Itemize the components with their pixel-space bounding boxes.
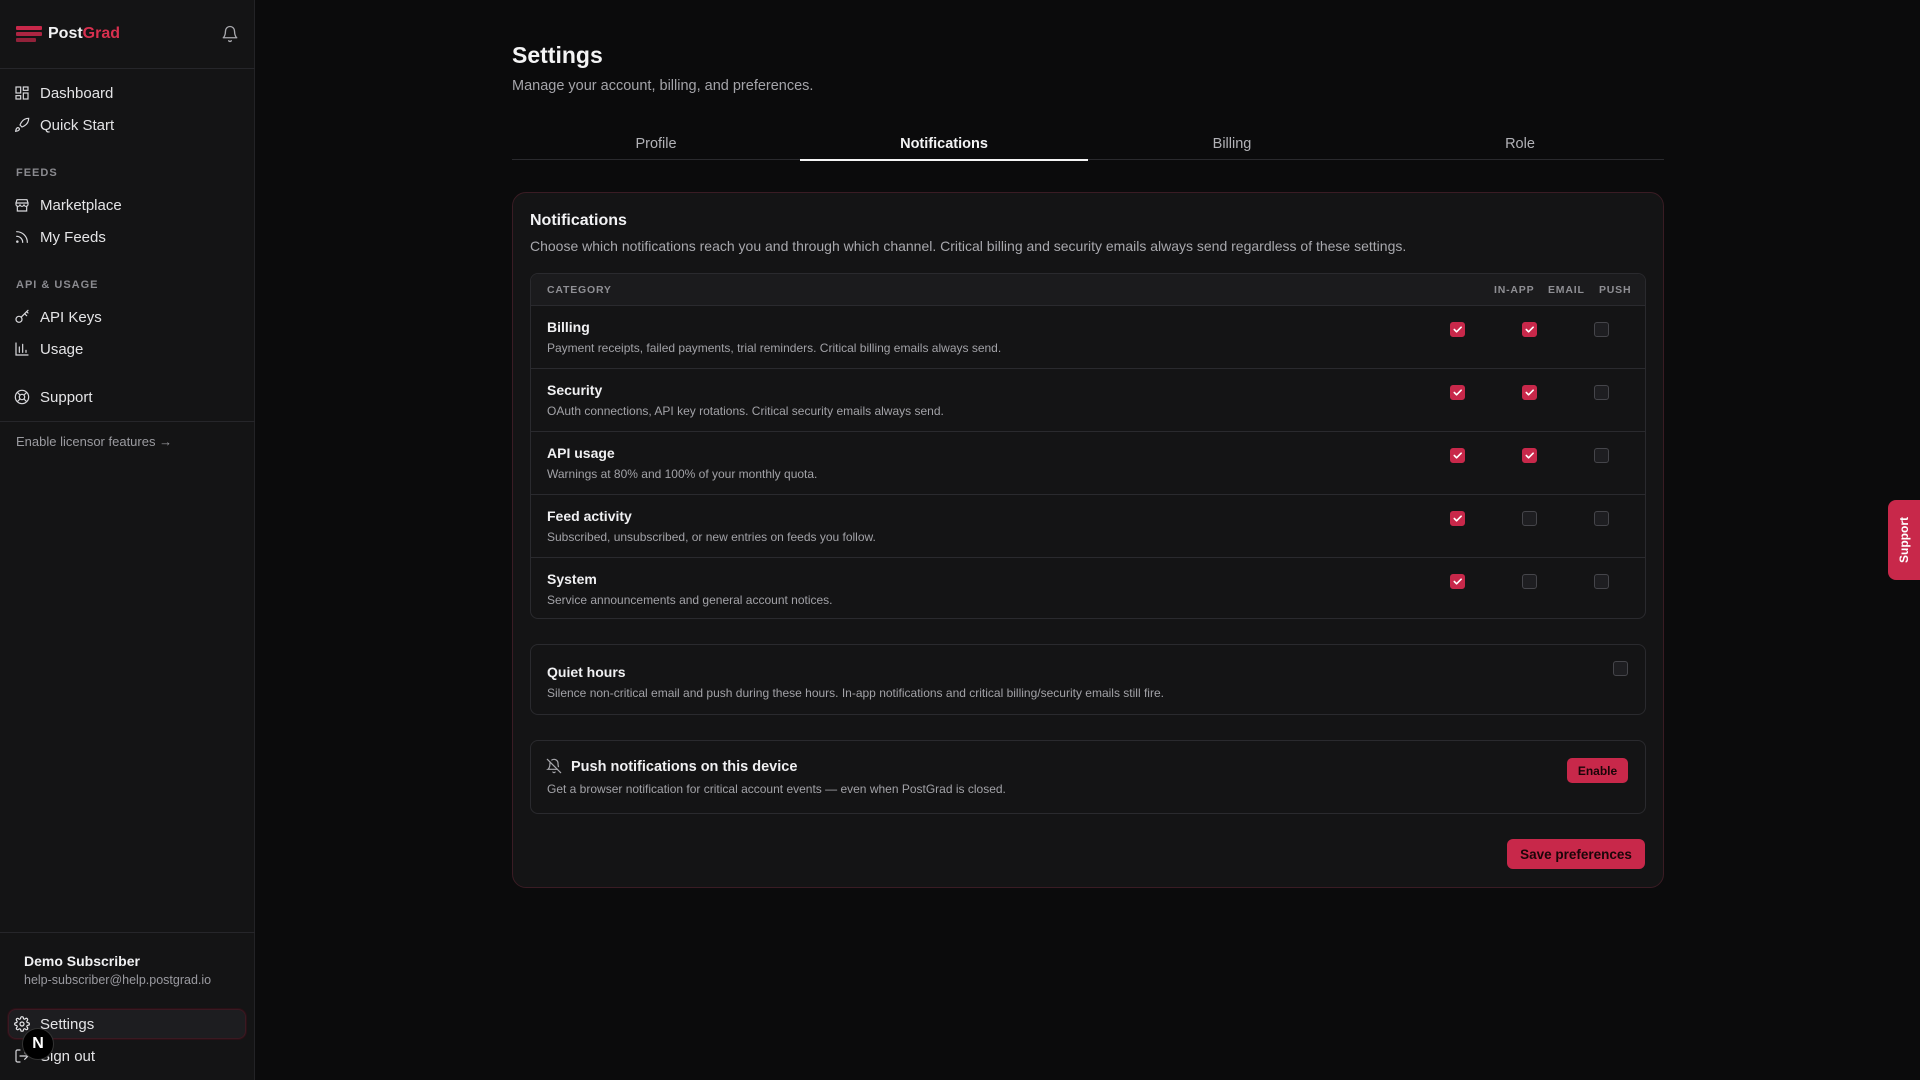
brand-logo-link[interactable]: PostGrad bbox=[16, 24, 120, 44]
sidebar-item-my-feeds[interactable]: My Feeds bbox=[14, 225, 106, 249]
inapp-checkbox[interactable] bbox=[1450, 322, 1465, 337]
sidebar: PostGrad Dashboard Quick Start FEEDS Mar… bbox=[0, 0, 255, 1080]
tab-billing[interactable]: Billing bbox=[1088, 130, 1376, 159]
rss-icon bbox=[16, 231, 28, 243]
table-row: Security OAuth connections, API key rotat… bbox=[531, 369, 1645, 432]
push-checkbox[interactable] bbox=[1594, 322, 1609, 337]
inapp-checkbox[interactable] bbox=[1450, 448, 1465, 463]
page-subtitle: Manage your account, billing, and prefer… bbox=[512, 78, 814, 94]
email-checkbox[interactable] bbox=[1522, 511, 1537, 526]
sidebar-item-label: API Keys bbox=[40, 308, 102, 326]
settings-tabs: Profile Notifications Billing Role bbox=[512, 130, 1664, 161]
column-header-category: CATEGORY bbox=[547, 284, 612, 296]
sidebar-item-label: Quick Start bbox=[40, 116, 115, 134]
row-title: Billing bbox=[547, 319, 590, 335]
support-tab-label: Support bbox=[1897, 517, 1911, 563]
sidebar-item-label: Dashboard bbox=[40, 84, 114, 102]
tab-profile[interactable]: Profile bbox=[512, 130, 800, 159]
brand-name: PostGrad bbox=[48, 25, 121, 42]
sidebar-divider bbox=[0, 68, 255, 69]
bell-off-icon bbox=[546, 758, 562, 774]
push-checkbox[interactable] bbox=[1594, 448, 1609, 463]
push-checkbox[interactable] bbox=[1594, 574, 1609, 589]
tab-notifications[interactable]: Notifications bbox=[800, 130, 1088, 161]
sidebar-item-usage[interactable]: Usage bbox=[14, 337, 83, 361]
sidebar-item-quick-start[interactable]: Quick Start bbox=[14, 113, 114, 137]
row-description: Service announcements and general accoun… bbox=[547, 593, 833, 607]
user-email: help-subscriber@help.postgrad.io bbox=[24, 973, 212, 987]
quiet-hours-description: Silence non-critical email and push duri… bbox=[547, 686, 1164, 700]
row-description: Warnings at 80% and 100% of your monthly… bbox=[547, 467, 818, 481]
dashboard-icon bbox=[15, 86, 29, 100]
column-header-push: PUSH bbox=[1599, 284, 1632, 296]
column-header-inapp: IN-APP bbox=[1494, 284, 1535, 296]
sidebar-item-label: Settings bbox=[40, 1015, 95, 1033]
inapp-checkbox[interactable] bbox=[1450, 574, 1465, 589]
push-device-title: Push notifications on this device bbox=[571, 759, 798, 775]
enable-licensor-link[interactable]: Enable licensor features → bbox=[16, 434, 172, 449]
bar-chart-icon bbox=[15, 342, 29, 356]
table-row: System Service announcements and general … bbox=[531, 558, 1645, 618]
row-description: Subscribed, unsubscribed, or new entries… bbox=[547, 530, 876, 544]
store-icon bbox=[15, 199, 29, 212]
sidebar-item-dashboard[interactable]: Dashboard bbox=[14, 81, 113, 105]
push-checkbox[interactable] bbox=[1594, 385, 1609, 400]
inapp-checkbox[interactable] bbox=[1450, 385, 1465, 400]
quiet-hours-checkbox[interactable] bbox=[1613, 661, 1628, 676]
table-row: Billing Payment receipts, failed payments… bbox=[531, 306, 1645, 369]
table-header: CATEGORY IN-APP EMAIL PUSH bbox=[531, 274, 1645, 306]
inapp-checkbox[interactable] bbox=[1450, 511, 1465, 526]
row-description: OAuth connections, API key rotations. Cr… bbox=[547, 404, 944, 418]
lifebuoy-icon bbox=[14, 389, 30, 405]
row-title: System bbox=[547, 571, 597, 587]
card-title: Notifications bbox=[530, 212, 627, 229]
push-checkbox[interactable] bbox=[1594, 511, 1609, 526]
email-checkbox[interactable] bbox=[1522, 385, 1537, 400]
sidebar-divider bbox=[0, 932, 255, 933]
email-checkbox[interactable] bbox=[1522, 448, 1537, 463]
support-side-tab[interactable]: Support bbox=[1888, 500, 1920, 580]
sidebar-divider bbox=[0, 421, 255, 422]
quiet-hours-panel: Quiet hours Silence non-critical email a… bbox=[530, 644, 1646, 715]
rocket-icon bbox=[14, 117, 30, 133]
sidebar-item-support[interactable]: Support bbox=[14, 385, 93, 409]
enable-push-button[interactable]: Enable bbox=[1567, 758, 1628, 783]
user-name: Demo Subscriber bbox=[24, 953, 140, 969]
card-description: Choose which notifications reach you and… bbox=[530, 238, 1407, 254]
tab-role[interactable]: Role bbox=[1376, 130, 1664, 159]
avatar-badge[interactable]: N bbox=[22, 1028, 54, 1060]
postgrad-logo-icon bbox=[16, 24, 42, 44]
sidebar-item-label: Support bbox=[40, 388, 93, 406]
section-label-feeds: FEEDS bbox=[16, 167, 58, 179]
row-title: API usage bbox=[547, 445, 615, 461]
bell-icon[interactable] bbox=[219, 23, 241, 45]
save-preferences-button[interactable]: Save preferences bbox=[1507, 839, 1645, 869]
gear-icon bbox=[14, 1016, 30, 1032]
push-device-panel: Push notifications on this device Get a … bbox=[530, 740, 1646, 814]
sidebar-item-api-keys[interactable]: API Keys bbox=[14, 305, 102, 329]
column-header-email: EMAIL bbox=[1548, 284, 1585, 296]
push-device-description: Get a browser notification for critical … bbox=[547, 782, 1006, 796]
brand-header: PostGrad bbox=[16, 20, 241, 48]
sidebar-item-marketplace[interactable]: Marketplace bbox=[14, 193, 122, 217]
table-row: API usage Warnings at 80% and 100% of you… bbox=[531, 432, 1645, 495]
key-icon bbox=[15, 309, 29, 323]
sidebar-item-label: My Feeds bbox=[40, 228, 106, 246]
row-description: Payment receipts, failed payments, trial… bbox=[547, 341, 1002, 355]
email-checkbox[interactable] bbox=[1522, 322, 1537, 337]
sidebar-item-label: Marketplace bbox=[40, 196, 122, 214]
sidebar-item-label: Usage bbox=[40, 340, 84, 358]
email-checkbox[interactable] bbox=[1522, 574, 1537, 589]
table-row: Feed activity Subscribed, unsubscribed, o… bbox=[531, 495, 1645, 558]
notifications-table: CATEGORY IN-APP EMAIL PUSH Billing Paymen… bbox=[530, 273, 1646, 619]
section-label-api-usage: API & USAGE bbox=[16, 279, 99, 291]
row-title: Feed activity bbox=[547, 508, 632, 524]
row-title: Security bbox=[547, 382, 603, 398]
quiet-hours-title: Quiet hours bbox=[547, 664, 626, 680]
page-title: Settings bbox=[512, 42, 603, 68]
notifications-card: Notifications Choose which notifications… bbox=[512, 192, 1664, 888]
